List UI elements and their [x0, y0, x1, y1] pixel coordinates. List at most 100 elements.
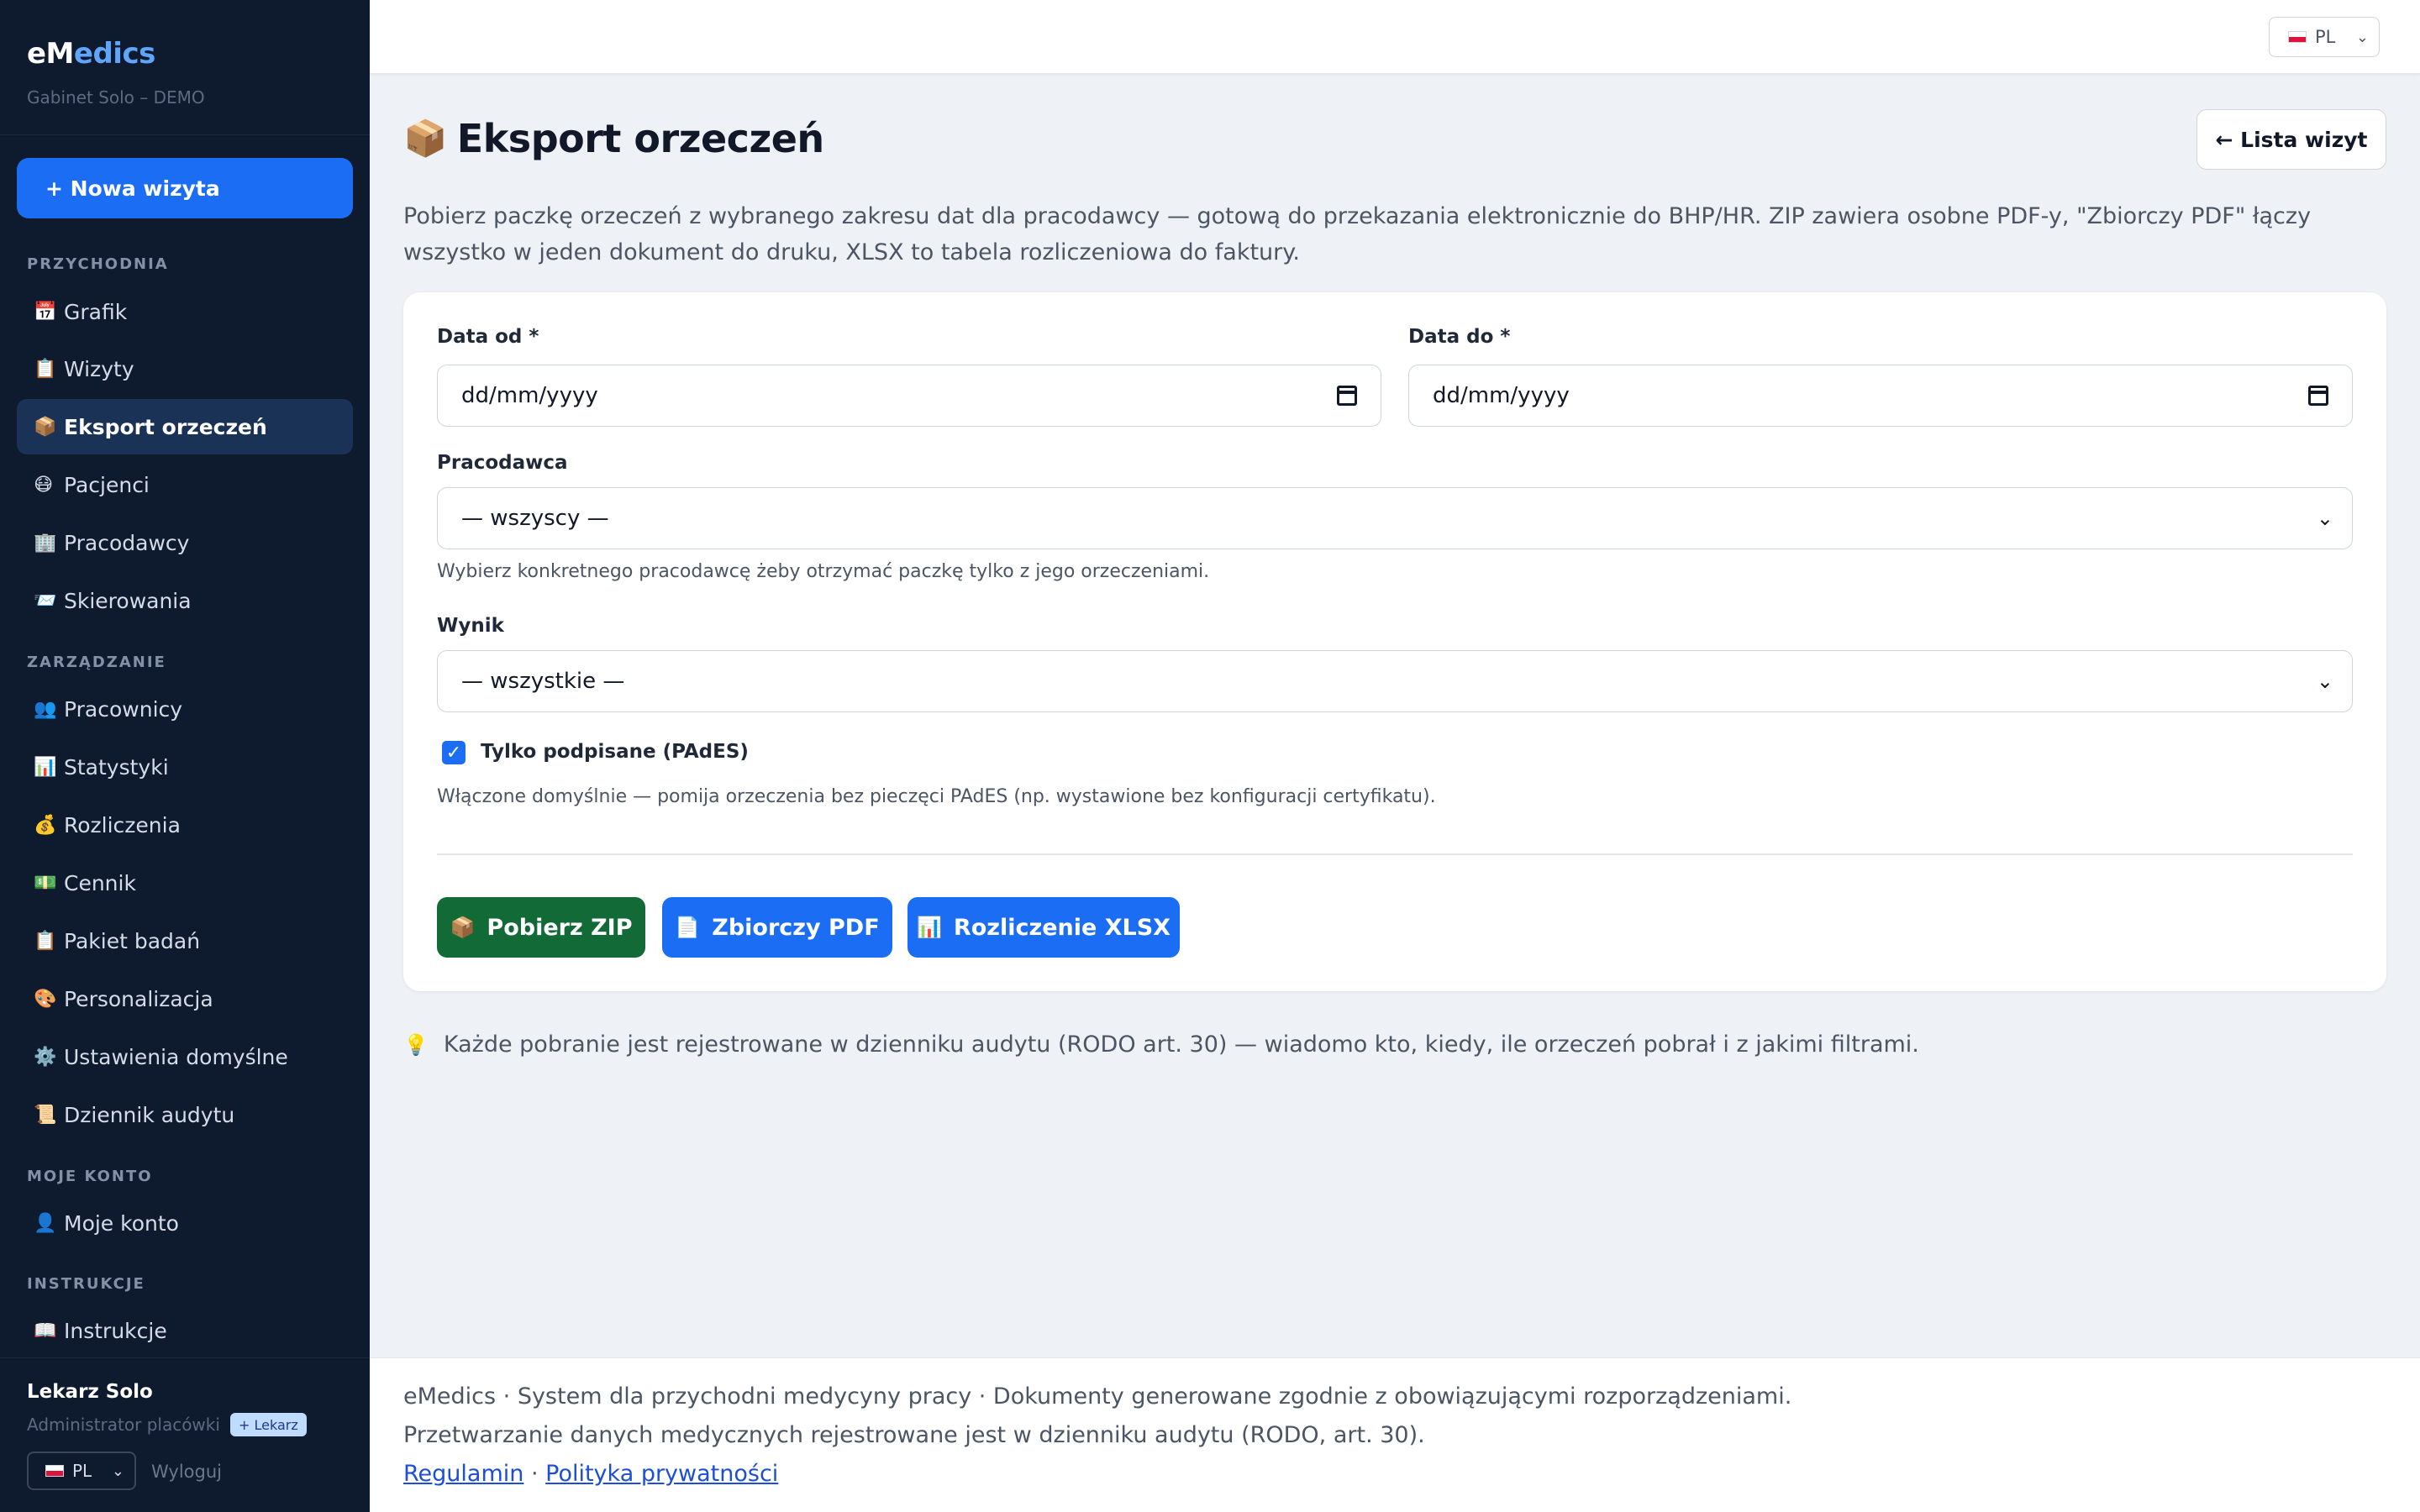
sidebar-bottom-divider — [0, 1357, 370, 1358]
clinic-name: Gabinet Solo – DEMO — [27, 87, 205, 108]
sidebar-item-grafik[interactable]: 📅 Grafik — [17, 284, 353, 339]
audit-note-text: Każde pobranie jest rejestrowane w dzien… — [443, 1032, 1919, 1058]
sidebar-item-label: Dziennik audytu — [64, 1102, 235, 1127]
sidebar-item-label: Instrukcje — [64, 1318, 167, 1343]
logout-link[interactable]: Wyloguj — [151, 1462, 222, 1482]
new-visit-button[interactable]: + Nowa wizyta — [17, 158, 353, 218]
sidebar-item-label: Grafik — [64, 299, 128, 324]
sidebar-item-label: Eksport orzeczeń — [64, 414, 267, 439]
sidebar-item-label: Pracownicy — [64, 696, 183, 722]
user-role: Administrator placówki — [27, 1415, 220, 1435]
banknote-icon: 💵 — [34, 872, 57, 894]
patient-icon: 😷 — [34, 474, 53, 496]
package-icon: 📦 — [450, 916, 476, 939]
download-zip-button[interactable]: 📦 Pobierz ZIP — [437, 897, 645, 958]
money-bag-icon: 💰 — [34, 814, 57, 836]
intro-text: Pobierz paczkę orzeczeń z wybranego zakr… — [403, 203, 2312, 265]
signed-only-label[interactable]: Tylko podpisane (PAdES) — [481, 741, 749, 763]
building-icon: 🏢 — [34, 532, 57, 554]
sidebar-item-label: Statystyki — [64, 754, 169, 780]
sidebar-item-statystyki[interactable]: 📊 Statystyki — [17, 739, 353, 795]
back-to-visits-button[interactable]: ← Lista wizyt — [2196, 109, 2386, 170]
date-from-label: Data od * — [437, 326, 539, 348]
sidebar-language-select[interactable]: PL ⌄ — [27, 1452, 136, 1490]
calendar-icon[interactable] — [1337, 386, 1357, 406]
palette-icon: 🎨 — [34, 988, 57, 1010]
sidebar-item-label: Rozliczenia — [64, 812, 181, 837]
footer-separator: · — [523, 1461, 546, 1487]
form-divider — [437, 853, 2353, 855]
sidebar-item-skierowania[interactable]: 📨 Skierowania — [17, 573, 353, 628]
inbox-icon: 📨 — [34, 590, 57, 612]
result-selected-value: — wszystkie — — [461, 669, 625, 694]
clipboard-icon: 📋 — [34, 930, 57, 952]
book-icon: 📖 — [34, 1320, 57, 1341]
sidebar-item-label: Pacjenci — [64, 472, 150, 497]
sidebar-item-moje-konto[interactable]: 👤 Moje konto — [17, 1195, 353, 1251]
bar-chart-icon: 📊 — [917, 916, 942, 939]
sidebar-item-ustawienia[interactable]: ⚙️ Ustawienia domyślne — [17, 1029, 353, 1084]
sidebar-divider — [0, 134, 370, 135]
terms-link[interactable]: Regulamin — [403, 1461, 523, 1487]
date-to-input[interactable]: dd/mm/yyyy — [1408, 365, 2353, 427]
sidebar-item-cennik[interactable]: 💵 Cennik — [17, 855, 353, 911]
result-select[interactable]: — wszystkie — ⌄ — [437, 650, 2353, 712]
sidebar-item-label: Personalizacja — [64, 986, 213, 1011]
bar-chart-icon: 📊 — [34, 756, 57, 778]
scroll-icon: 📜 — [34, 1104, 57, 1126]
audit-note: 💡 Każde pobranie jest rejestrowane w dzie… — [403, 1032, 1919, 1058]
footer-links: Regulamin · Polityka prywatności — [403, 1461, 778, 1487]
chevron-down-icon: ⌄ — [2316, 669, 2333, 693]
role-badge: + Lekarz — [230, 1413, 307, 1436]
language-label: PL — [72, 1461, 92, 1481]
employer-select[interactable]: — wszyscy — ⌄ — [437, 487, 2353, 549]
sidebar-item-pracownicy[interactable]: 👥 Pracownicy — [17, 681, 353, 737]
sidebar-item-eksport[interactable]: 📦 Eksport orzeczeń — [17, 399, 353, 454]
sidebar-item-instrukcje[interactable]: 📖 Instrukcje — [17, 1303, 353, 1358]
page-title: 📦 Eksport orzeczeń — [403, 116, 824, 161]
sidebar-item-rozliczenia[interactable]: 💰 Rozliczenia — [17, 797, 353, 853]
download-zip-label: Pobierz ZIP — [487, 914, 633, 941]
combined-pdf-label: Zbiorczy PDF — [712, 914, 880, 941]
sidebar-item-label: Pracodawcy — [64, 530, 190, 555]
user-icon: 👤 — [34, 1212, 57, 1234]
user-name: Lekarz Solo — [27, 1381, 153, 1403]
calendar-icon: 📅 — [34, 301, 57, 323]
result-label: Wynik — [437, 615, 504, 637]
sidebar-item-pakiet-badan[interactable]: 📋 Pakiet badań — [17, 913, 353, 969]
section-help: INSTRUKCJE — [27, 1275, 145, 1293]
combined-pdf-button[interactable]: 📄 Zbiorczy PDF — [662, 897, 892, 958]
footer: eMedics · System dla przychodni medycyny… — [370, 1357, 2420, 1512]
xlsx-report-button[interactable]: 📊 Rozliczenie XLSX — [908, 897, 1180, 958]
date-from-input[interactable]: dd/mm/yyyy — [437, 365, 1381, 427]
sidebar-item-pacjenci[interactable]: 😷 Pacjenci — [17, 457, 353, 512]
signed-only-checkbox[interactable]: ✓ — [442, 741, 466, 764]
date-to-label: Data do * — [1408, 326, 1511, 348]
date-from-value: dd/mm/yyyy — [461, 383, 598, 408]
topbar: PL ⌄ — [370, 0, 2420, 74]
chevron-down-icon: ⌄ — [2355, 28, 2369, 46]
date-to-value: dd/mm/yyyy — [1433, 383, 1570, 408]
sidebar-item-pracodawcy[interactable]: 🏢 Pracodawcy — [17, 515, 353, 570]
section-clinic: PRZYCHODNIA — [27, 255, 169, 273]
sidebar-item-dziennik[interactable]: 📜 Dziennik audytu — [17, 1087, 353, 1142]
sidebar-item-label: Ustawienia domyślne — [64, 1044, 288, 1069]
footer-line-2: Przetwarzanie danych medycznych rejestro… — [403, 1422, 1425, 1448]
employer-help: Wybierz konkretnego pracodawcę żeby otrz… — [437, 561, 1210, 582]
chevron-down-icon: ⌄ — [111, 1462, 124, 1480]
sidebar-item-personalizacja[interactable]: 🎨 Personalizacja — [17, 971, 353, 1026]
gear-icon: ⚙️ — [34, 1046, 57, 1068]
sidebar-item-label: Cennik — [64, 870, 136, 895]
package-icon: 📦 — [403, 118, 447, 159]
export-form-card: Data od * dd/mm/yyyy Data do * dd/mm/yyy… — [403, 292, 2386, 991]
brand-logo[interactable]: eMedics — [27, 37, 155, 71]
calendar-icon[interactable] — [2308, 386, 2328, 406]
sidebar-item-label: Wizyty — [64, 356, 134, 381]
topbar-language-select[interactable]: PL ⌄ — [2269, 17, 2380, 57]
poland-flag-icon — [2288, 31, 2307, 43]
privacy-link[interactable]: Polityka prywatności — [545, 1461, 778, 1487]
sidebar-item-wizyty[interactable]: 📋 Wizyty — [17, 341, 353, 396]
sidebar-item-label: Skierowania — [64, 588, 192, 613]
language-label: PL — [2315, 27, 2336, 47]
clipboard-icon: 📋 — [34, 358, 57, 380]
